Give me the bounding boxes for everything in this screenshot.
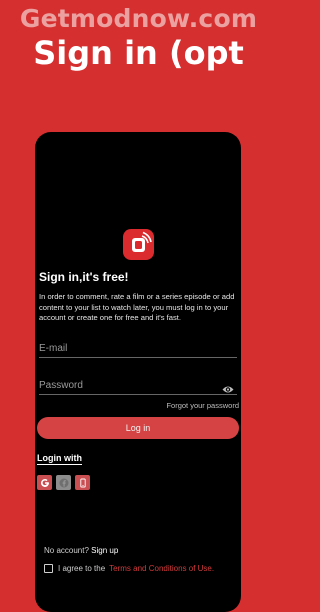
terms-checkbox[interactable]	[44, 564, 53, 573]
phone-screen: Sign in,it's free! In order to comment, …	[35, 132, 241, 612]
email-field[interactable]: E-mail	[39, 343, 237, 358]
no-account-text: No account?	[44, 546, 89, 555]
password-field[interactable]: Password	[39, 380, 237, 395]
agree-text: I agree to the	[58, 564, 106, 573]
facebook-login-button[interactable]	[56, 475, 71, 490]
phone-login-button[interactable]	[75, 475, 90, 490]
app-logo-icon	[123, 229, 154, 260]
terms-link[interactable]: Terms and Conditions of Use.	[109, 564, 214, 573]
login-button[interactable]: Log in	[37, 417, 239, 439]
terms-agreement: I agree to the Terms and Conditions of U…	[44, 564, 214, 573]
signin-title: Sign in,it's free!	[39, 270, 129, 284]
signup-link[interactable]: Sign up	[91, 546, 118, 555]
eye-icon[interactable]	[222, 381, 234, 399]
promo-headline: Sign in (opt	[33, 34, 244, 72]
signup-prompt: No account? Sign up	[44, 546, 118, 555]
password-placeholder: Password	[39, 380, 83, 391]
email-placeholder: E-mail	[39, 343, 68, 354]
watermark: Getmodnow.com	[19, 4, 258, 33]
login-with-label: Login with	[37, 453, 82, 465]
signin-description: In order to comment, rate a film or a se…	[39, 292, 235, 323]
phone-icon	[79, 478, 86, 487]
google-icon	[40, 478, 49, 487]
google-login-button[interactable]	[37, 475, 52, 490]
facebook-icon	[59, 478, 68, 487]
forgot-password-link[interactable]: Forgot your password	[166, 401, 239, 410]
